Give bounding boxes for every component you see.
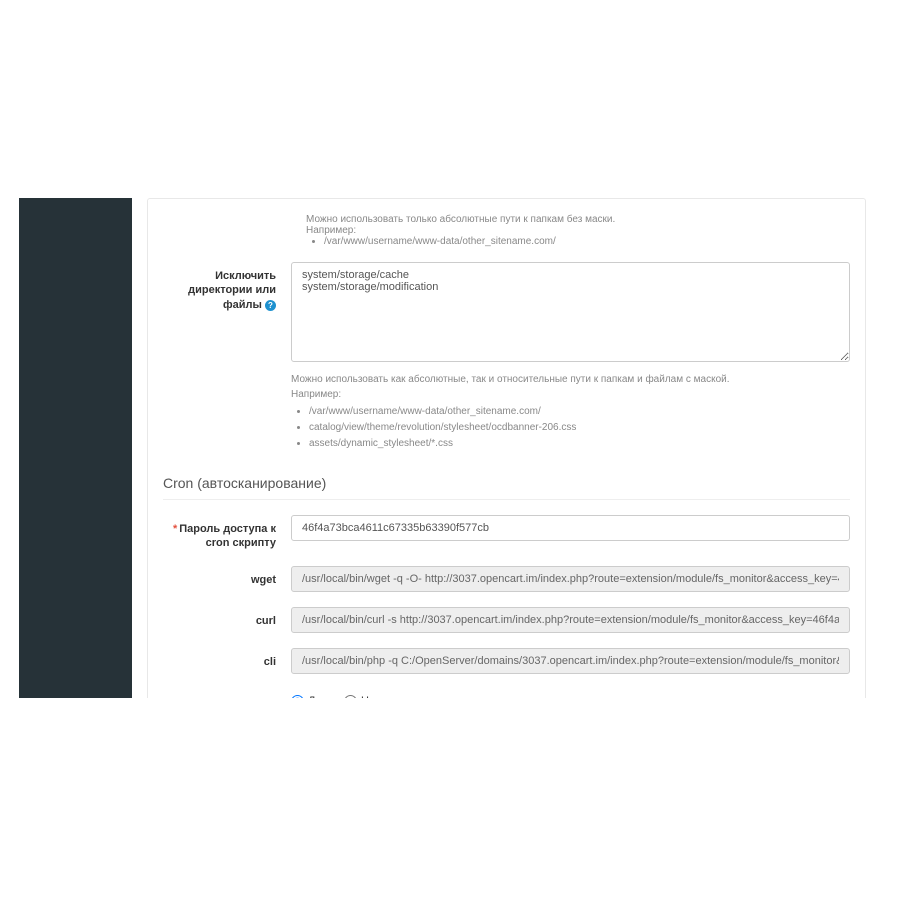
help-example-list: /var/www/username/www-data/other_sitenam…: [324, 236, 850, 247]
curl-col: [291, 607, 850, 633]
cli-label: cli: [163, 648, 291, 674]
exclude-help-intro: Можно использовать как абсолютные, так и…: [291, 372, 850, 387]
cron-password-input[interactable]: [291, 515, 850, 541]
save-scan-label: Сохранять сканирования cron ?: [163, 689, 291, 698]
curl-group: curl: [163, 607, 850, 633]
exclude-help-list: /var/www/username/www-data/other_sitenam…: [309, 404, 850, 451]
curl-label: curl: [163, 607, 291, 633]
exclude-field-group: Исключить директории или файлы ? system/…: [163, 262, 850, 452]
cli-group: cli: [163, 648, 850, 674]
cron-legend: Cron (автосканирование): [163, 467, 850, 500]
cli-col: [291, 648, 850, 674]
exclude-help-example-label: Например:: [291, 387, 850, 402]
save-scan-col: Да Нет: [291, 689, 850, 698]
include-help-remnant: Можно использовать только абсолютные пут…: [163, 214, 850, 247]
admin-window[interactable]: Можно использовать только абсолютные пут…: [19, 198, 881, 698]
required-marker: *: [173, 523, 177, 535]
help-example-label: Например:: [306, 225, 850, 236]
save-scan-yes-radio[interactable]: [291, 695, 304, 698]
curl-input[interactable]: [291, 607, 850, 633]
exclude-help-item: catalog/view/theme/revolution/stylesheet…: [309, 420, 850, 435]
help-icon[interactable]: ?: [265, 300, 276, 311]
exclude-label: Исключить директории или файлы ?: [163, 262, 291, 452]
save-scan-no-radio[interactable]: [344, 695, 357, 698]
exclude-help: Можно использовать как абсолютные, так и…: [291, 372, 850, 451]
radio-label-yes: Да: [308, 695, 322, 698]
cron-password-group: *Пароль доступа к cron скрипту: [163, 515, 850, 551]
panel-body: Можно использовать только абсолютные пут…: [148, 199, 865, 698]
save-scan-no[interactable]: Нет: [344, 695, 380, 698]
exclude-textarea[interactable]: system/storage/cache system/storage/modi…: [291, 262, 850, 362]
wget-group: wget: [163, 566, 850, 592]
wget-col: [291, 566, 850, 592]
exclude-field-col: system/storage/cache system/storage/modi…: [291, 262, 850, 452]
wget-input[interactable]: [291, 566, 850, 592]
save-scan-label-text: Сохранять сканирования cron: [172, 697, 276, 698]
wget-label: wget: [163, 566, 291, 592]
help-text-cut: Можно использовать только абсолютные пут…: [306, 214, 850, 225]
help-example-item: /var/www/username/www-data/other_sitenam…: [324, 236, 850, 247]
settings-panel: Можно использовать только абсолютные пут…: [147, 198, 866, 698]
outer-frame: Можно использовать только абсолютные пут…: [0, 0, 900, 900]
content-area: Можно использовать только абсолютные пут…: [132, 198, 881, 698]
exclude-help-item: assets/dynamic_stylesheet/*.css: [309, 436, 850, 451]
cron-password-col: [291, 515, 850, 551]
exclude-help-item: /var/www/username/www-data/other_sitenam…: [309, 404, 850, 419]
save-scan-yes[interactable]: Да: [291, 695, 322, 698]
save-scan-group: Сохранять сканирования cron ? Да Нет: [163, 689, 850, 698]
cron-password-label-text: Пароль доступа к cron скрипту: [179, 523, 276, 549]
radio-label-no: Нет: [361, 695, 380, 698]
exclude-label-text: Исключить директории или файлы: [188, 270, 276, 311]
cron-password-label: *Пароль доступа к cron скрипту: [163, 515, 291, 551]
cli-input[interactable]: [291, 648, 850, 674]
admin-sidebar: [19, 198, 132, 698]
